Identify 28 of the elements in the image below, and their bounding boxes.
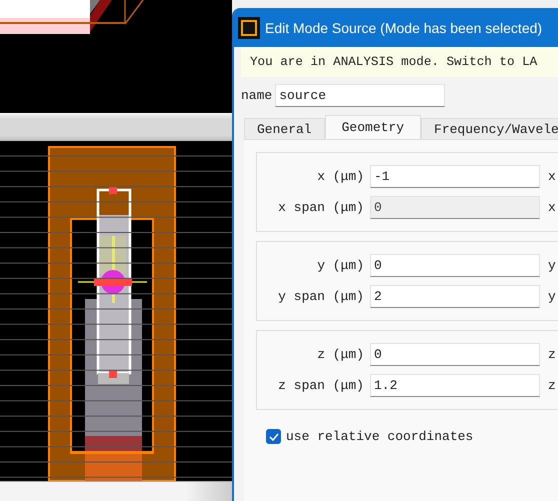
tab[interactable]: General xyxy=(244,118,325,139)
field-label: z (μm) xyxy=(316,347,365,362)
scroll-bar[interactable] xyxy=(0,481,232,501)
checkbox-label: use relative coordinates xyxy=(286,429,474,444)
input-field[interactable]: 0 xyxy=(370,254,540,277)
input-field[interactable]: 1.2 xyxy=(370,374,540,397)
field-label: x (μm) xyxy=(316,169,365,184)
field-label: y xyxy=(548,258,556,273)
input-field[interactable]: 0 xyxy=(370,343,540,366)
checkbox[interactable] xyxy=(266,429,281,444)
field-label: y xyxy=(548,289,556,304)
input-field[interactable]: -1 xyxy=(370,165,540,188)
field-label: x xyxy=(548,200,556,215)
field-label: z xyxy=(548,347,556,362)
field-label: z span (μm) xyxy=(277,378,365,393)
check-icon xyxy=(268,432,278,440)
window-title: Edit Mode Source (Mode has been selected) xyxy=(265,20,542,36)
name-field[interactable]: source xyxy=(275,84,446,107)
field-label: x xyxy=(548,169,556,184)
notice-text: You are in ANALYSIS mode. Switch to LA xyxy=(250,55,538,69)
tab[interactable]: Geometry xyxy=(324,115,422,139)
field-label: x span (μm) xyxy=(277,200,365,215)
field-label: z xyxy=(548,378,556,393)
tab[interactable]: Frequency/Wavele xyxy=(421,118,558,139)
input-field[interactable]: 2 xyxy=(370,285,540,308)
field-label: name xyxy=(241,88,272,103)
field-label: y (μm) xyxy=(316,258,365,273)
field-label: y span (μm) xyxy=(277,289,365,304)
